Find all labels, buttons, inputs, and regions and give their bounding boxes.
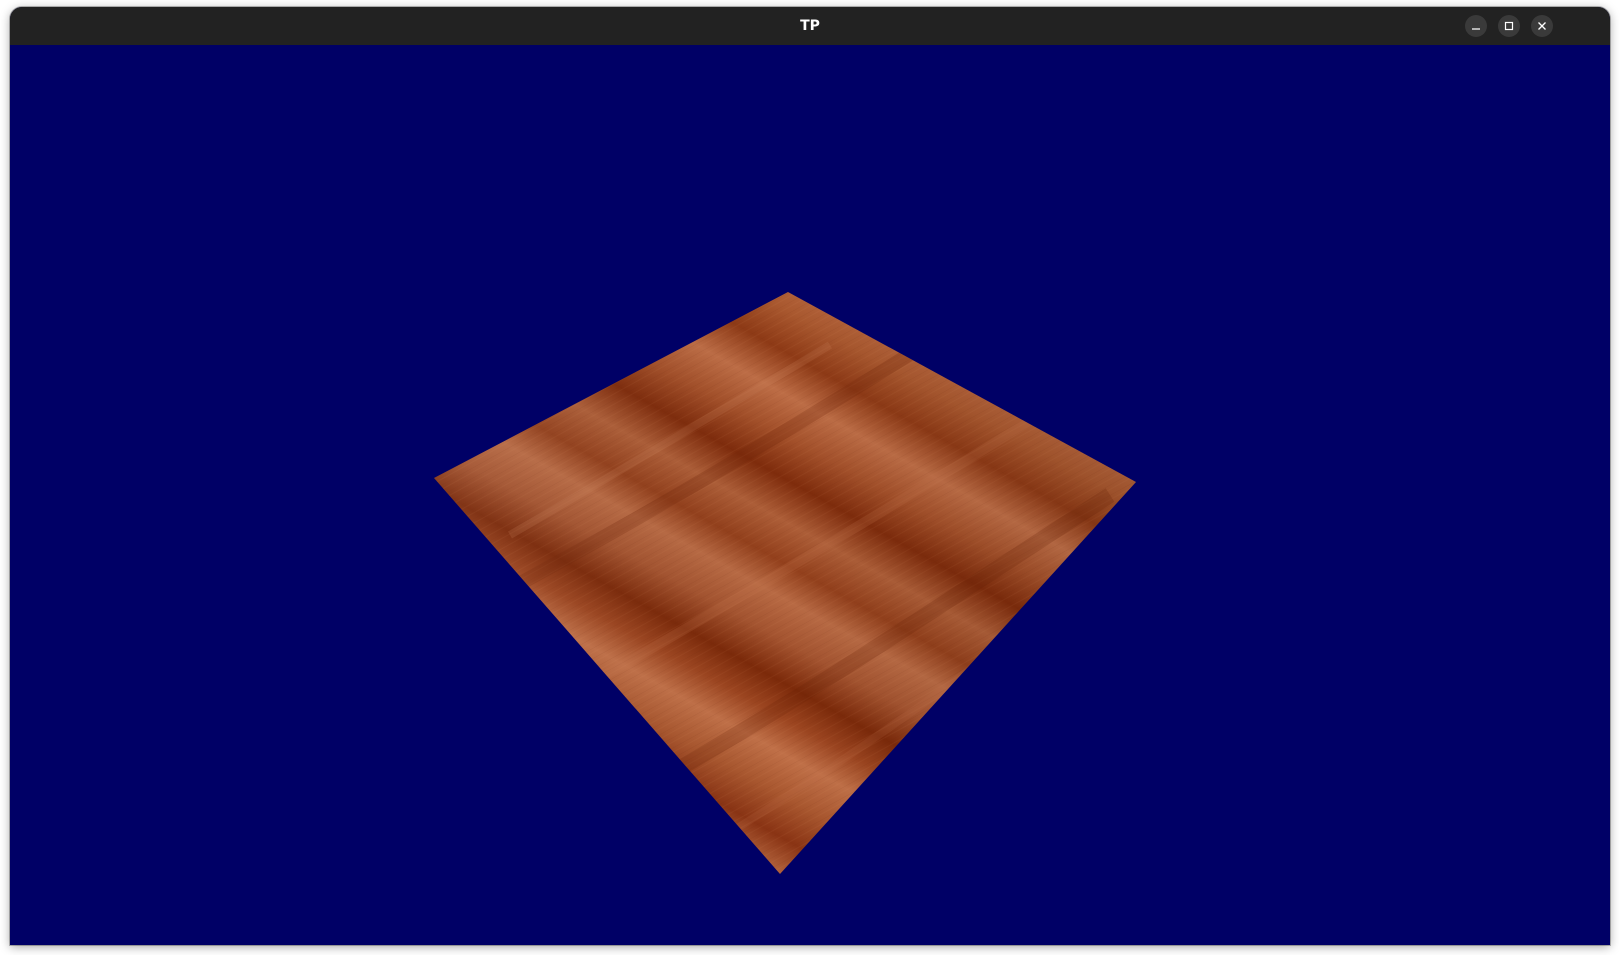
close-icon [1538,22,1546,30]
close-button[interactable] [1531,15,1553,37]
window-title: TP [800,18,820,34]
title-bar[interactable]: TP [10,7,1610,45]
minimize-icon [1472,28,1480,30]
minimize-button[interactable] [1465,15,1487,37]
wood-plane [434,292,1136,874]
app-window: TP [10,7,1610,945]
maximize-icon [1504,21,1514,31]
maximize-button[interactable] [1498,15,1520,37]
scene-canvas [434,292,1136,874]
render-viewport[interactable] [10,45,1610,945]
